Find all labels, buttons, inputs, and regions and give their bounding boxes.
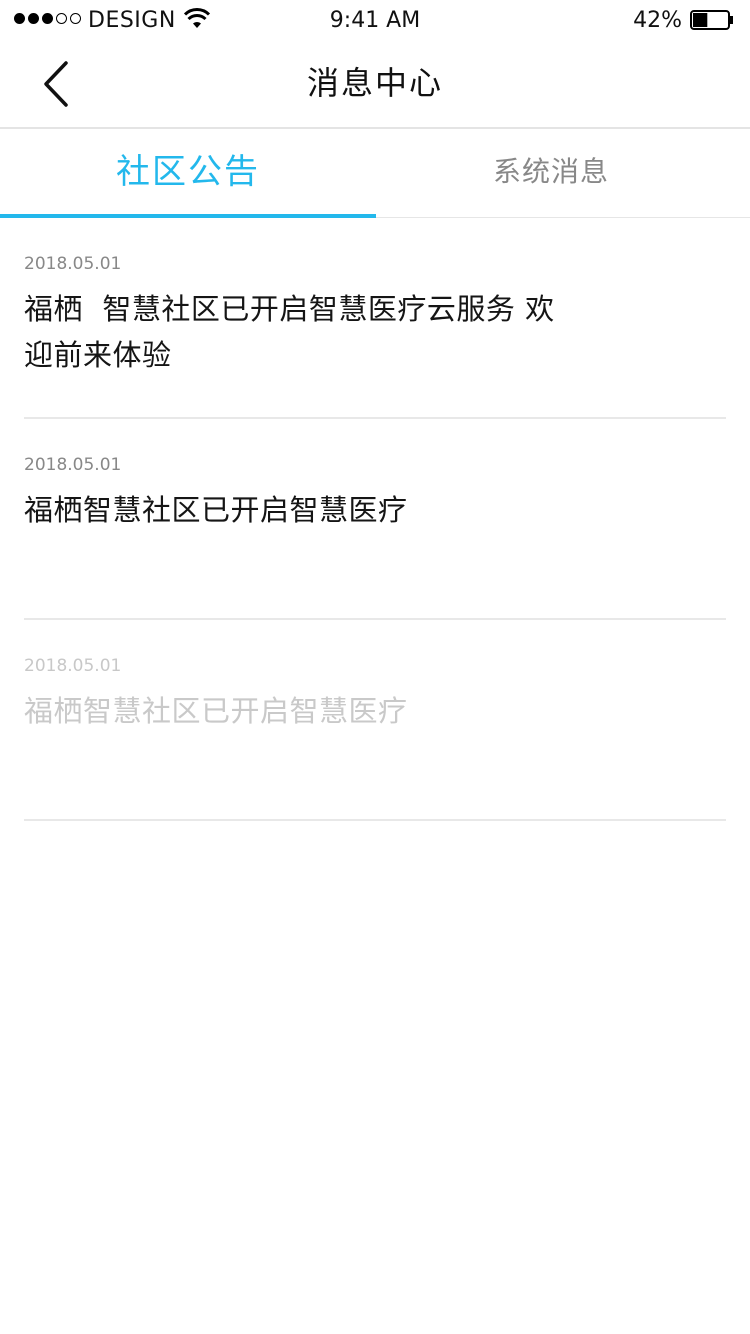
message-text: 福栖智慧社区已开启智慧医疗 [24, 493, 408, 527]
page-title: 消息中心 [306, 64, 443, 102]
message-date: 2018.05.01 [24, 656, 122, 676]
navigation-bar: 消息中心 [0, 40, 750, 129]
message-date: 2018.05.01 [24, 455, 122, 475]
message-item-read[interactable]: 2018.05.01 福栖智慧社区已开启智慧医疗 [24, 620, 726, 821]
battery-icon [690, 10, 733, 30]
message-list: 2018.05.01 福栖 智慧社区已开启智慧医疗云服务 欢迎前来体验 2018… [24, 218, 726, 821]
tab-community-notice[interactable]: 社区公告 [0, 129, 376, 217]
message-item[interactable]: 2018.05.01 福栖 智慧社区已开启智慧医疗云服务 欢迎前来体验 [24, 218, 726, 419]
battery-percent: 42% [633, 8, 682, 33]
message-text: 福栖智慧社区已开启智慧医疗 [24, 694, 408, 728]
message-text: 福栖 智慧社区已开启智慧医疗云服务 欢迎前来体验 [24, 292, 555, 372]
chevron-left-icon [44, 61, 68, 107]
message-tabs: 社区公告 系统消息 [0, 129, 750, 218]
tab-system-messages[interactable]: 系统消息 [376, 129, 726, 217]
status-bar: DESIGN 9:41 AM 42% [0, 0, 750, 40]
message-date: 2018.05.01 [24, 254, 122, 274]
back-button[interactable] [28, 56, 84, 112]
message-item[interactable]: 2018.05.01 福栖智慧社区已开启智慧医疗 [24, 419, 726, 620]
